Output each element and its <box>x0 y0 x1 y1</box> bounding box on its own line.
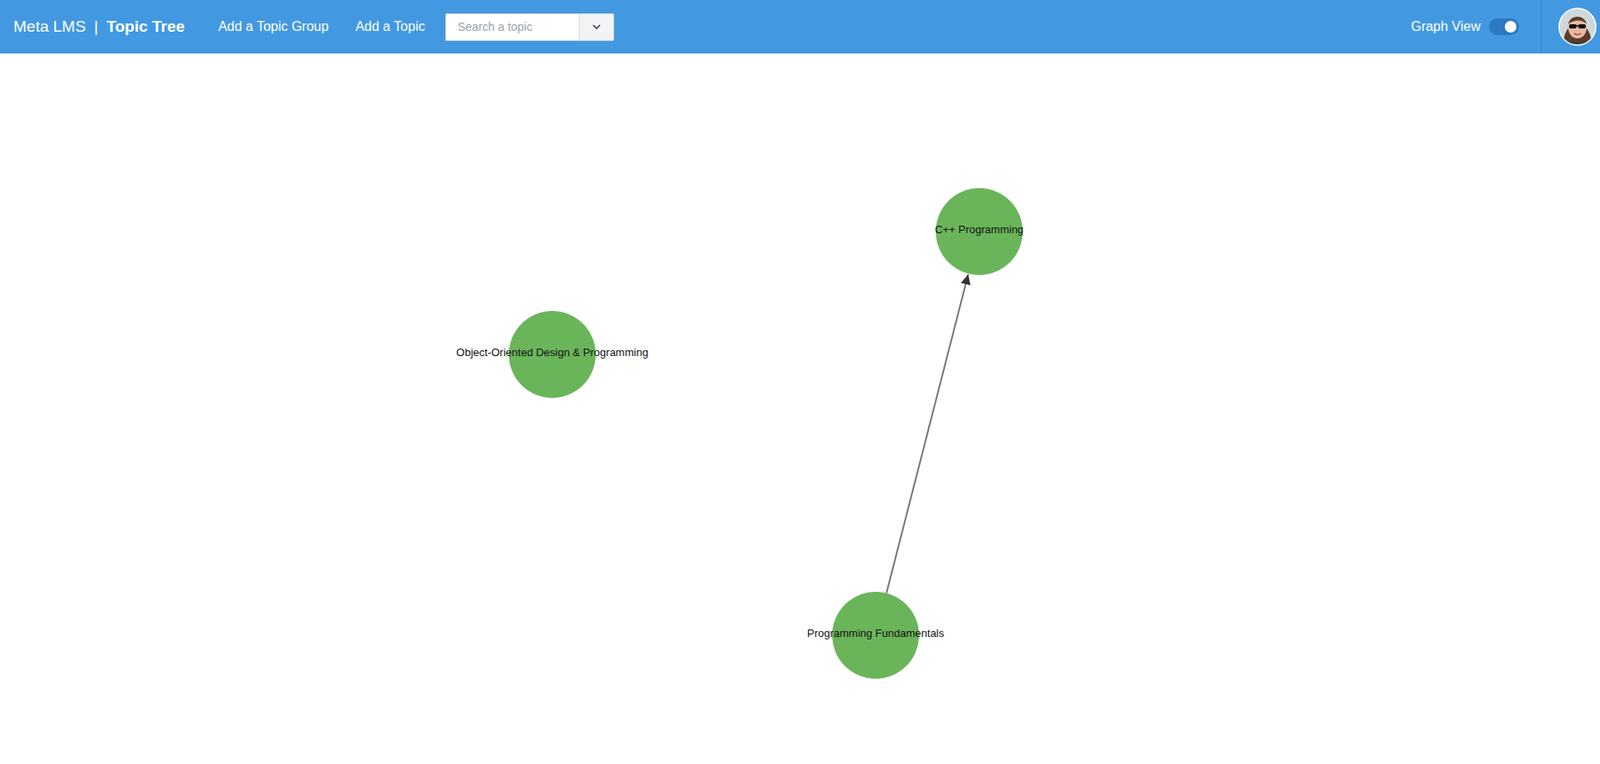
graph-canvas: C++ Programming Object-Oriented Design & … <box>0 53 1600 764</box>
chevron-down-icon <box>592 24 601 31</box>
product-name[interactable]: Meta LMS <box>13 15 87 40</box>
topic-node[interactable]: C++ Programming <box>934 187 1024 275</box>
page-title: Topic Tree <box>106 15 186 40</box>
prerequisite-edge <box>886 274 969 593</box>
topic-node[interactable]: Object-Oriented Design & Programming <box>456 310 649 398</box>
user-avatar-icon[interactable] <box>1558 7 1597 46</box>
brand[interactable]: Meta LMS | Topic Tree <box>13 15 185 40</box>
top-navbar: Meta LMS | Topic Tree Add a Topic GroupA… <box>0 0 1600 54</box>
graph-view-toggle: Graph View <box>1411 16 1541 37</box>
nav-link[interactable]: Add a Topic Group <box>218 16 329 37</box>
graph-view-label: Graph View <box>1411 16 1481 37</box>
node-label[interactable]: Object-Oriented Design & Programming <box>456 345 649 359</box>
graph-view-switch[interactable] <box>1488 18 1519 36</box>
switch-knob <box>1504 20 1517 33</box>
search-dropdown-button[interactable] <box>579 13 615 41</box>
node-label[interactable]: Programming Fundamentals <box>807 626 945 640</box>
brand-separator: | <box>94 15 99 40</box>
topic-graph: C++ Programming Object-Oriented Design & … <box>0 53 1600 764</box>
nav-link[interactable]: Add a Topic <box>355 16 425 37</box>
user-menu <box>1540 0 1600 54</box>
node-label[interactable]: C++ Programming <box>934 223 1024 236</box>
topic-node[interactable]: Programming Fundamentals <box>807 591 945 679</box>
search-input[interactable] <box>445 13 580 41</box>
nav-links: Add a Topic Group Add a Topic <box>218 16 426 37</box>
topic-search <box>445 13 615 41</box>
